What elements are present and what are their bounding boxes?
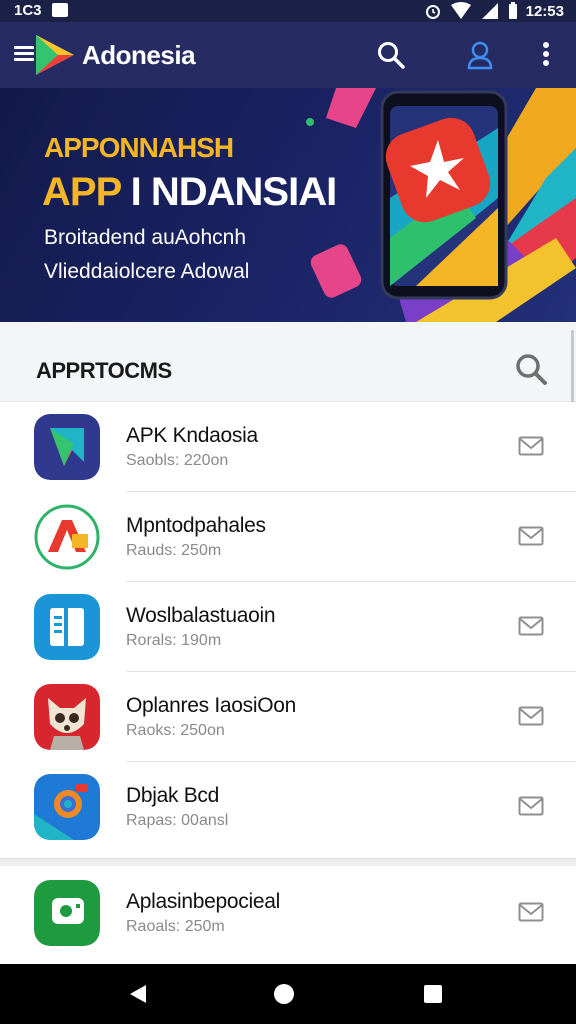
app-name: Aplasinbepocieal	[126, 890, 280, 913]
recents-icon[interactable]	[424, 985, 442, 1003]
mail-icon[interactable]	[518, 616, 544, 636]
group-separator	[0, 858, 576, 866]
list-item[interactable]: APK Kndaosia Saobls: 220on	[0, 402, 576, 492]
status-time: 1C3	[14, 2, 42, 19]
section-title: APPRTOCMS	[36, 358, 172, 383]
banner-headline-part1: APP	[42, 170, 122, 214]
alarm-icon	[425, 5, 440, 19]
play-logo-icon	[34, 414, 100, 480]
account-icon[interactable]	[466, 40, 494, 70]
mail-icon[interactable]	[518, 706, 544, 726]
notification-icon	[52, 3, 68, 17]
play-logo-icon	[36, 35, 74, 75]
green-app-icon	[34, 880, 100, 946]
app-meta: Saobls: 220on	[126, 452, 229, 469]
menu-icon[interactable]	[14, 46, 34, 62]
signal-icon	[481, 3, 498, 19]
status-bar: 1C3 12:53	[0, 0, 576, 22]
navigation-bar	[0, 964, 576, 1024]
search-icon[interactable]	[376, 40, 406, 70]
mail-icon[interactable]	[518, 796, 544, 816]
list-item[interactable]: Mpntodpahales Rauds: 250m	[0, 492, 576, 582]
red-a-logo-icon	[34, 504, 100, 570]
app-name: APK Kndaosia	[126, 424, 258, 447]
app-title: Adonesia	[82, 40, 196, 70]
camera-icon	[34, 774, 100, 840]
wifi-icon	[450, 2, 471, 19]
banner-headline: APP I NDANSIAI	[42, 170, 337, 215]
back-icon[interactable]	[128, 984, 148, 1004]
app-meta: Raoks: 250on	[126, 722, 225, 739]
more-vert-icon[interactable]	[540, 42, 552, 70]
list-item[interactable]: Oplanres IaosiOon Raoks: 250on	[0, 672, 576, 762]
phone-illustration	[306, 88, 576, 322]
promo-banner[interactable]: APPONNAHSH APP I NDANSIAI Broitadend auA…	[0, 88, 576, 322]
app-name: Mpntodpahales	[126, 514, 266, 537]
section-header: APPRTOCMS	[0, 322, 576, 402]
app-name: Dbjak Bcd	[126, 784, 220, 807]
banner-subtitle1: Broitadend auAohcnh	[44, 226, 246, 249]
app-name: Oplanres IaosiOon	[126, 694, 296, 717]
search-icon[interactable]	[514, 352, 548, 386]
app-name: Woslbalastuaoin	[126, 604, 276, 627]
status-clock: 12:53	[525, 2, 564, 20]
status-icons: 12:53	[424, 2, 564, 20]
mail-icon[interactable]	[518, 436, 544, 456]
book-icon	[34, 594, 100, 660]
app-meta: Rauds: 250m	[126, 542, 222, 559]
fox-mascot-icon	[34, 684, 100, 750]
home-icon[interactable]	[274, 984, 294, 1004]
app-meta: Rorals: 190m	[126, 632, 222, 649]
app-meta: Rapas: 00ansl	[126, 812, 229, 829]
app-bar: Adonesia	[0, 22, 576, 88]
mail-icon[interactable]	[518, 902, 544, 922]
list-item[interactable]: Woslbalastuaoin Rorals: 190m	[0, 582, 576, 672]
mail-icon[interactable]	[518, 526, 544, 546]
app-meta: Raoals: 250m	[126, 918, 225, 935]
battery-icon	[508, 2, 517, 19]
list-item[interactable]: Dbjak Bcd Rapas: 00ansl	[0, 762, 576, 852]
banner-subtitle2: Vlieddaiolcere Adowal	[44, 260, 250, 283]
list-item[interactable]: Aplasinbepocieal Raoals: 250m	[0, 866, 576, 964]
banner-line1: APPONNAHSH	[44, 132, 234, 163]
